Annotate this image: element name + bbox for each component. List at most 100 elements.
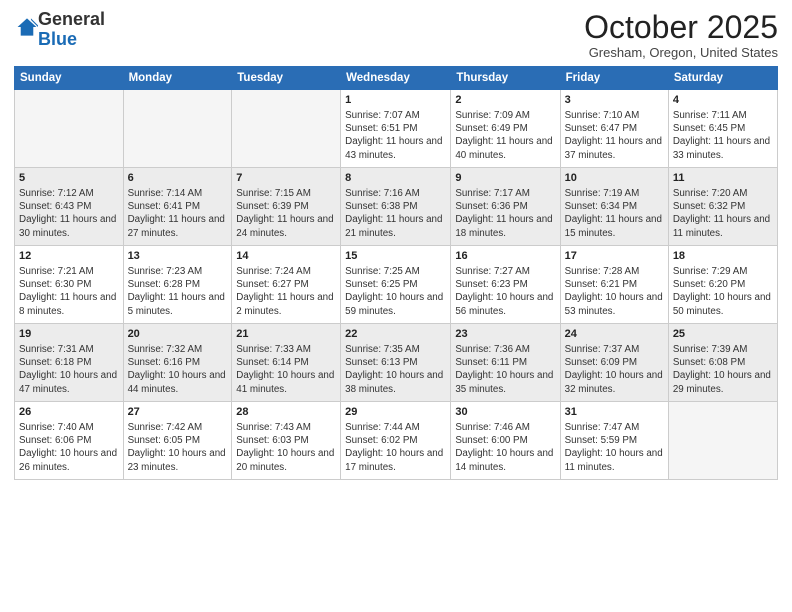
day-info: Sunrise: 7:40 AM Sunset: 6:06 PM Dayligh… [19, 421, 119, 474]
title-block: October 2025 Gresham, Oregon, United Sta… [584, 10, 778, 60]
table-row: 22Sunrise: 7:35 AM Sunset: 6:13 PM Dayli… [341, 324, 451, 402]
col-wednesday: Wednesday [341, 67, 451, 90]
day-info: Sunrise: 7:12 AM Sunset: 6:43 PM Dayligh… [19, 187, 119, 240]
day-info: Sunrise: 7:33 AM Sunset: 6:14 PM Dayligh… [236, 343, 336, 396]
day-info: Sunrise: 7:21 AM Sunset: 6:30 PM Dayligh… [19, 265, 119, 318]
table-row: 18Sunrise: 7:29 AM Sunset: 6:20 PM Dayli… [668, 246, 777, 324]
day-info: Sunrise: 7:39 AM Sunset: 6:08 PM Dayligh… [673, 343, 773, 396]
month-title: October 2025 [584, 10, 778, 45]
day-info: Sunrise: 7:09 AM Sunset: 6:49 PM Dayligh… [455, 109, 555, 162]
calendar-table: Sunday Monday Tuesday Wednesday Thursday… [14, 66, 778, 480]
day-info: Sunrise: 7:07 AM Sunset: 6:51 PM Dayligh… [345, 109, 446, 162]
day-number: 20 [128, 327, 228, 342]
day-info: Sunrise: 7:47 AM Sunset: 5:59 PM Dayligh… [565, 421, 664, 474]
table-row: 11Sunrise: 7:20 AM Sunset: 6:32 PM Dayli… [668, 168, 777, 246]
table-row: 20Sunrise: 7:32 AM Sunset: 6:16 PM Dayli… [123, 324, 232, 402]
col-thursday: Thursday [451, 67, 560, 90]
table-row: 12Sunrise: 7:21 AM Sunset: 6:30 PM Dayli… [15, 246, 124, 324]
col-tuesday: Tuesday [232, 67, 341, 90]
table-row: 19Sunrise: 7:31 AM Sunset: 6:18 PM Dayli… [15, 324, 124, 402]
table-row: 4Sunrise: 7:11 AM Sunset: 6:45 PM Daylig… [668, 90, 777, 168]
calendar-header-row: Sunday Monday Tuesday Wednesday Thursday… [15, 67, 778, 90]
day-number: 13 [128, 249, 228, 264]
day-info: Sunrise: 7:24 AM Sunset: 6:27 PM Dayligh… [236, 265, 336, 318]
location-subtitle: Gresham, Oregon, United States [584, 45, 778, 60]
day-info: Sunrise: 7:36 AM Sunset: 6:11 PM Dayligh… [455, 343, 555, 396]
table-row: 3Sunrise: 7:10 AM Sunset: 6:47 PM Daylig… [560, 90, 668, 168]
day-info: Sunrise: 7:23 AM Sunset: 6:28 PM Dayligh… [128, 265, 228, 318]
table-row: 15Sunrise: 7:25 AM Sunset: 6:25 PM Dayli… [341, 246, 451, 324]
day-info: Sunrise: 7:19 AM Sunset: 6:34 PM Dayligh… [565, 187, 664, 240]
table-row: 24Sunrise: 7:37 AM Sunset: 6:09 PM Dayli… [560, 324, 668, 402]
calendar-week-row: 26Sunrise: 7:40 AM Sunset: 6:06 PM Dayli… [15, 402, 778, 480]
day-number: 2 [455, 93, 555, 108]
day-info: Sunrise: 7:20 AM Sunset: 6:32 PM Dayligh… [673, 187, 773, 240]
day-number: 16 [455, 249, 555, 264]
logo-icon [16, 16, 38, 38]
day-info: Sunrise: 7:25 AM Sunset: 6:25 PM Dayligh… [345, 265, 446, 318]
table-row: 10Sunrise: 7:19 AM Sunset: 6:34 PM Dayli… [560, 168, 668, 246]
day-number: 17 [565, 249, 664, 264]
day-number: 18 [673, 249, 773, 264]
day-number: 5 [19, 171, 119, 186]
day-info: Sunrise: 7:27 AM Sunset: 6:23 PM Dayligh… [455, 265, 555, 318]
calendar-week-row: 5Sunrise: 7:12 AM Sunset: 6:43 PM Daylig… [15, 168, 778, 246]
day-number: 8 [345, 171, 446, 186]
table-row: 17Sunrise: 7:28 AM Sunset: 6:21 PM Dayli… [560, 246, 668, 324]
table-row [668, 402, 777, 480]
table-row: 7Sunrise: 7:15 AM Sunset: 6:39 PM Daylig… [232, 168, 341, 246]
day-info: Sunrise: 7:16 AM Sunset: 6:38 PM Dayligh… [345, 187, 446, 240]
table-row: 8Sunrise: 7:16 AM Sunset: 6:38 PM Daylig… [341, 168, 451, 246]
day-number: 27 [128, 405, 228, 420]
day-number: 31 [565, 405, 664, 420]
day-info: Sunrise: 7:10 AM Sunset: 6:47 PM Dayligh… [565, 109, 664, 162]
day-info: Sunrise: 7:44 AM Sunset: 6:02 PM Dayligh… [345, 421, 446, 474]
day-number: 10 [565, 171, 664, 186]
day-number: 30 [455, 405, 555, 420]
day-number: 23 [455, 327, 555, 342]
day-info: Sunrise: 7:37 AM Sunset: 6:09 PM Dayligh… [565, 343, 664, 396]
day-number: 4 [673, 93, 773, 108]
table-row: 28Sunrise: 7:43 AM Sunset: 6:03 PM Dayli… [232, 402, 341, 480]
table-row: 14Sunrise: 7:24 AM Sunset: 6:27 PM Dayli… [232, 246, 341, 324]
table-row: 23Sunrise: 7:36 AM Sunset: 6:11 PM Dayli… [451, 324, 560, 402]
day-info: Sunrise: 7:29 AM Sunset: 6:20 PM Dayligh… [673, 265, 773, 318]
day-info: Sunrise: 7:17 AM Sunset: 6:36 PM Dayligh… [455, 187, 555, 240]
calendar-week-row: 1Sunrise: 7:07 AM Sunset: 6:51 PM Daylig… [15, 90, 778, 168]
day-number: 12 [19, 249, 119, 264]
table-row: 13Sunrise: 7:23 AM Sunset: 6:28 PM Dayli… [123, 246, 232, 324]
day-info: Sunrise: 7:31 AM Sunset: 6:18 PM Dayligh… [19, 343, 119, 396]
day-number: 19 [19, 327, 119, 342]
day-info: Sunrise: 7:14 AM Sunset: 6:41 PM Dayligh… [128, 187, 228, 240]
table-row: 16Sunrise: 7:27 AM Sunset: 6:23 PM Dayli… [451, 246, 560, 324]
table-row: 29Sunrise: 7:44 AM Sunset: 6:02 PM Dayli… [341, 402, 451, 480]
table-row: 1Sunrise: 7:07 AM Sunset: 6:51 PM Daylig… [341, 90, 451, 168]
table-row: 9Sunrise: 7:17 AM Sunset: 6:36 PM Daylig… [451, 168, 560, 246]
table-row: 6Sunrise: 7:14 AM Sunset: 6:41 PM Daylig… [123, 168, 232, 246]
day-info: Sunrise: 7:32 AM Sunset: 6:16 PM Dayligh… [128, 343, 228, 396]
table-row: 30Sunrise: 7:46 AM Sunset: 6:00 PM Dayli… [451, 402, 560, 480]
day-info: Sunrise: 7:35 AM Sunset: 6:13 PM Dayligh… [345, 343, 446, 396]
col-friday: Friday [560, 67, 668, 90]
page-header: General Blue October 2025 Gresham, Orego… [14, 10, 778, 60]
day-number: 28 [236, 405, 336, 420]
calendar-week-row: 12Sunrise: 7:21 AM Sunset: 6:30 PM Dayli… [15, 246, 778, 324]
table-row: 2Sunrise: 7:09 AM Sunset: 6:49 PM Daylig… [451, 90, 560, 168]
logo: General Blue [14, 10, 105, 50]
day-number: 22 [345, 327, 446, 342]
logo-blue-text: Blue [38, 29, 77, 49]
table-row [15, 90, 124, 168]
day-info: Sunrise: 7:42 AM Sunset: 6:05 PM Dayligh… [128, 421, 228, 474]
table-row: 31Sunrise: 7:47 AM Sunset: 5:59 PM Dayli… [560, 402, 668, 480]
day-number: 24 [565, 327, 664, 342]
table-row: 26Sunrise: 7:40 AM Sunset: 6:06 PM Dayli… [15, 402, 124, 480]
col-sunday: Sunday [15, 67, 124, 90]
day-number: 1 [345, 93, 446, 108]
table-row [232, 90, 341, 168]
day-info: Sunrise: 7:46 AM Sunset: 6:00 PM Dayligh… [455, 421, 555, 474]
table-row: 27Sunrise: 7:42 AM Sunset: 6:05 PM Dayli… [123, 402, 232, 480]
day-number: 21 [236, 327, 336, 342]
day-number: 11 [673, 171, 773, 186]
day-number: 3 [565, 93, 664, 108]
day-info: Sunrise: 7:15 AM Sunset: 6:39 PM Dayligh… [236, 187, 336, 240]
